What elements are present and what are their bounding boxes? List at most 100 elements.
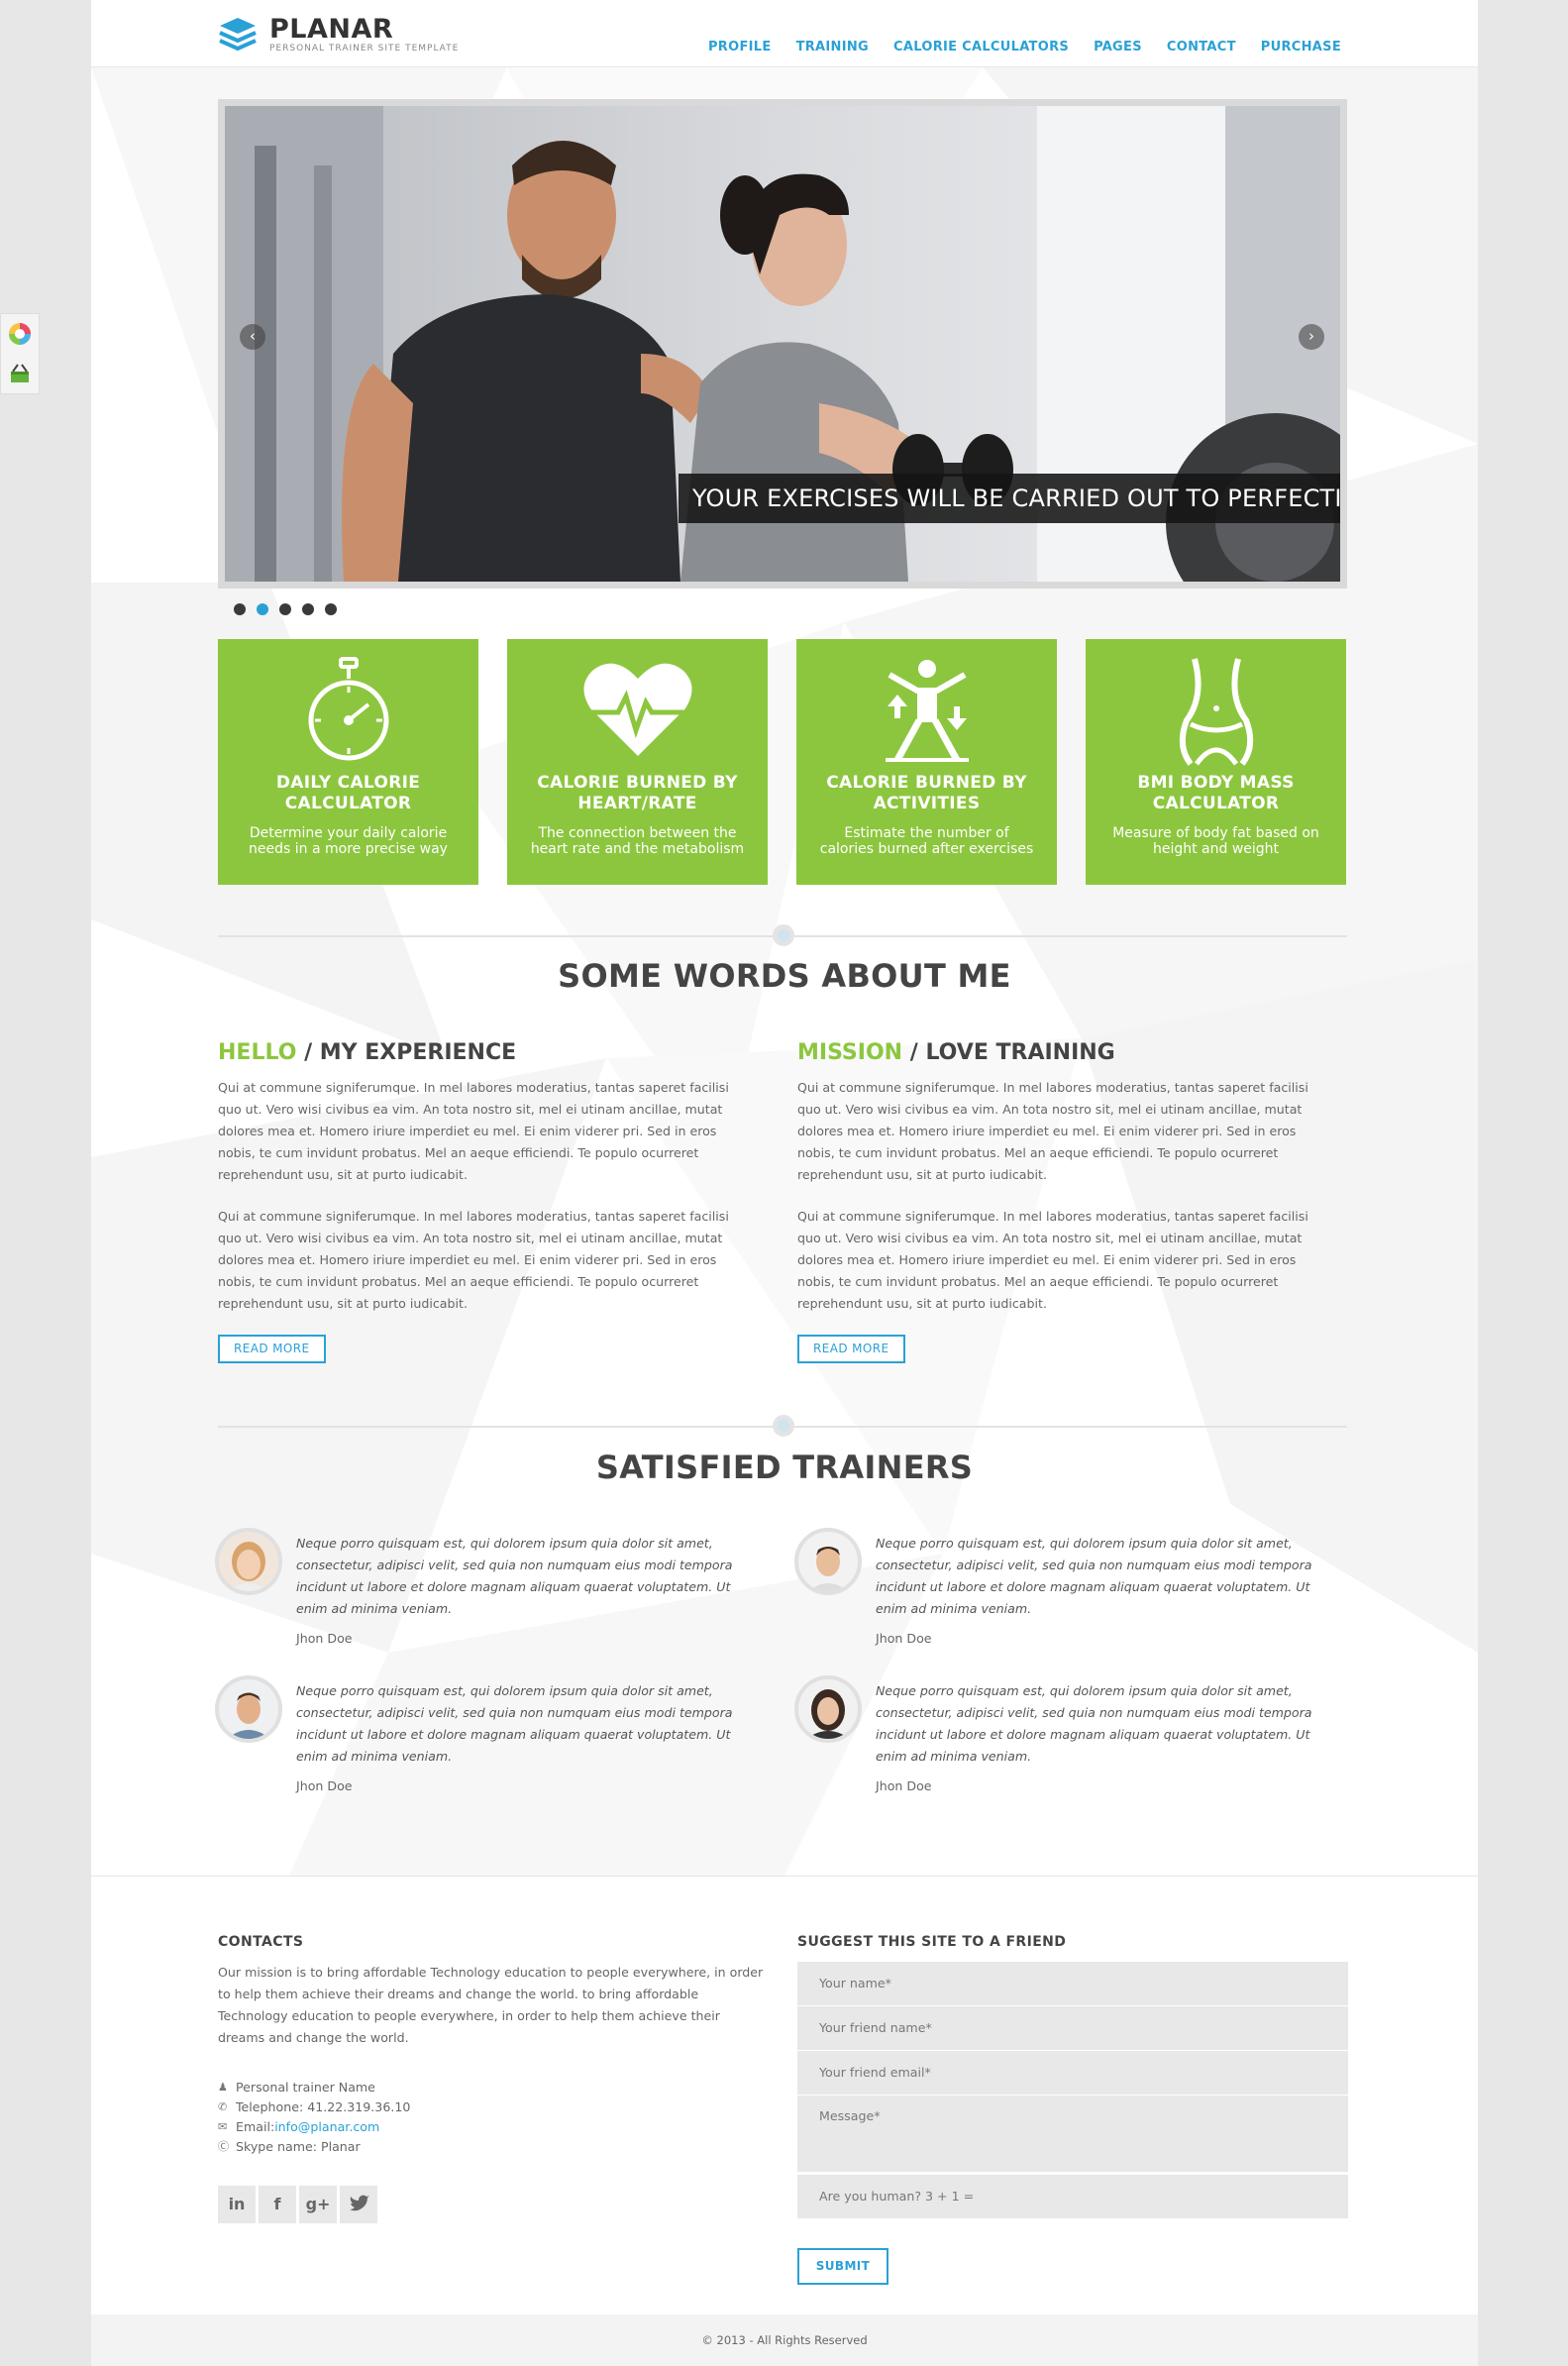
style-switcher-panel xyxy=(0,313,40,394)
feature-bmi[interactable]: BMI BODY MASS CALCULATOR Measure of body… xyxy=(1086,639,1346,885)
slider-dot-5[interactable] xyxy=(325,603,337,615)
submit-button[interactable]: SUBMIT xyxy=(797,2248,889,2285)
slider-dot-4[interactable] xyxy=(302,603,314,615)
testimonial-author: Jhon Doe xyxy=(296,1778,353,1793)
linkedin-icon[interactable]: in xyxy=(218,2186,256,2223)
testimonial: Neque porro quisquam est, qui dolorem ip… xyxy=(794,1528,1359,1657)
testimonial: Neque porro quisquam est, qui dolorem ip… xyxy=(215,1528,780,1657)
heading-rest: / MY EXPERIENCE xyxy=(296,1040,517,1065)
read-more-button[interactable]: READ MORE xyxy=(218,1335,326,1363)
footer-suggest-form: SUGGEST THIS SITE TO A FRIEND Your name*… xyxy=(797,1934,1348,2285)
feature-title: CALORIE BURNED BY ACTIVITIES xyxy=(826,773,1027,813)
feature-activities[interactable]: CALORIE BURNED BY ACTIVITIES Estimate th… xyxy=(796,639,1057,885)
about-experience: HELLO / MY EXPERIENCE Qui at commune sig… xyxy=(218,1040,753,1363)
slide: ‹ › YOUR EXERCISES WILL BE CARRIED OUT T… xyxy=(225,106,1340,582)
paragraph: Qui at commune signiferumque. In mel lab… xyxy=(797,1080,1308,1182)
testimonial: Neque porro quisquam est, qui dolorem ip… xyxy=(794,1675,1359,1804)
feature-desc: Estimate the number of calories burned a… xyxy=(819,825,1034,857)
testimonial-author: Jhon Doe xyxy=(296,1631,353,1646)
contact-email-row: ✉ Email: info@planar.com xyxy=(218,2116,769,2136)
section-divider xyxy=(218,1415,1347,1437)
divider-knob xyxy=(773,1415,794,1437)
nav-pages[interactable]: PAGES xyxy=(1094,40,1142,54)
body-waist-icon xyxy=(1179,658,1254,766)
your-name-input[interactable]: Your name* xyxy=(797,1962,1348,2005)
paragraph: Qui at commune signiferumque. In mel lab… xyxy=(218,1209,729,1311)
feature-title: BMI BODY MASS CALCULATOR xyxy=(1137,773,1295,813)
phone-icon: ✆ xyxy=(218,2099,228,2113)
color-wheel-icon[interactable] xyxy=(1,314,39,354)
logo-name: PLANAR xyxy=(269,14,394,45)
friend-email-input[interactable]: Your friend email* xyxy=(797,2051,1348,2095)
about-title: SOME WORDS ABOUT ME xyxy=(558,957,1011,995)
nav-calorie-calculators[interactable]: CALORIE CALCULATORS xyxy=(893,40,1069,54)
user-icon: ♟ xyxy=(218,2080,228,2094)
read-more-button[interactable]: READ MORE xyxy=(797,1335,905,1363)
main-nav: PROFILE TRAINING CALORIE CALCULATORS PAG… xyxy=(708,40,1341,54)
trainer-name: Personal trainer Name xyxy=(236,2079,375,2095)
paragraph: Qui at commune signiferumque. In mel lab… xyxy=(797,1209,1308,1311)
feature-boxes: DAILY CALORIE CALCULATOR Determine your … xyxy=(218,639,1347,885)
logo-tagline: PERSONAL TRAINER SITE TEMPLATE xyxy=(269,44,460,54)
slider-dot-2[interactable] xyxy=(257,603,268,615)
contact-phone-row: ✆ Telephone: 41.22.319.36.10 xyxy=(218,2097,769,2116)
mission-heading: MISSION / LOVE TRAINING xyxy=(797,1040,1332,1065)
layers-logo-icon xyxy=(219,18,257,52)
twitter-icon[interactable] xyxy=(340,2186,377,2223)
heartbeat-icon xyxy=(583,663,692,756)
hero-slider: ‹ › YOUR EXERCISES WILL BE CARRIED OUT T… xyxy=(218,99,1347,589)
testimonial-author: Jhon Doe xyxy=(876,1778,932,1793)
heading-accent: MISSION xyxy=(797,1040,903,1065)
nav-profile[interactable]: PROFILE xyxy=(708,40,772,54)
feature-desc: The connection between the heart rate an… xyxy=(530,825,745,857)
basket-icon[interactable] xyxy=(1,354,39,393)
form-heading: SUGGEST THIS SITE TO A FRIEND xyxy=(797,1934,1067,1950)
feature-desc: Measure of body fat based on height and … xyxy=(1112,825,1319,857)
divider-knob xyxy=(773,924,794,946)
feature-daily-calorie[interactable]: DAILY CALORIE CALCULATOR Determine your … xyxy=(218,639,478,885)
page: PLANAR PERSONAL TRAINER SITE TEMPLATE PR… xyxy=(91,0,1478,2366)
message-textarea[interactable]: Message* xyxy=(797,2096,1348,2172)
female-brunette-avatar xyxy=(794,1675,862,1743)
testimonial-quote: Neque porro quisquam est, qui dolorem ip… xyxy=(876,1683,1312,1764)
slider-prev-arrow[interactable]: ‹ xyxy=(240,324,265,350)
email-link[interactable]: info@planar.com xyxy=(274,2119,379,2134)
testimonial-quote: Neque porro quisquam est, qui dolorem ip… xyxy=(296,1683,733,1764)
feature-title: DAILY CALORIE CALCULATOR xyxy=(275,773,421,813)
male-smiling-avatar xyxy=(794,1528,862,1595)
footer-contacts: CONTACTS Our mission is to bring afforda… xyxy=(218,1934,769,2223)
feature-heart-rate[interactable]: CALORIE BURNED BY HEART/RATE The connect… xyxy=(507,639,768,885)
site-header: PLANAR PERSONAL TRAINER SITE TEMPLATE PR… xyxy=(91,0,1478,67)
female-blonde-avatar xyxy=(215,1528,282,1595)
nav-training[interactable]: TRAINING xyxy=(796,40,869,54)
slider-next-arrow[interactable]: › xyxy=(1299,324,1324,350)
experience-heading: HELLO / MY EXPERIENCE xyxy=(218,1040,753,1065)
social-links: in f g+ xyxy=(218,2186,769,2223)
feature-title: CALORIE BURNED BY HEART/RATE xyxy=(537,773,738,813)
friend-name-input[interactable]: Your friend name* xyxy=(797,2006,1348,2050)
contact-name-row: ♟ Personal trainer Name xyxy=(218,2077,769,2097)
google-plus-icon[interactable]: g+ xyxy=(299,2186,337,2223)
testimonial-quote: Neque porro quisquam est, qui dolorem ip… xyxy=(296,1536,733,1616)
nav-purchase[interactable]: PURCHASE xyxy=(1261,40,1341,54)
site-footer: CONTACTS Our mission is to bring afforda… xyxy=(91,1876,1478,2314)
about-mission: MISSION / LOVE TRAINING Qui at commune s… xyxy=(797,1040,1332,1363)
section-divider xyxy=(218,924,1347,946)
envelope-icon: ✉ xyxy=(218,2119,228,2133)
email-label: Email: xyxy=(236,2118,275,2134)
heading-rest: / LOVE TRAINING xyxy=(902,1040,1115,1065)
male-avatar xyxy=(215,1675,282,1743)
contact-skype-row: Ⓒ Skype name: Planar xyxy=(218,2136,769,2156)
slider-pagination xyxy=(234,603,337,615)
nav-contact[interactable]: CONTACT xyxy=(1167,40,1236,54)
slider-dot-3[interactable] xyxy=(279,603,291,615)
slide-caption: YOUR EXERCISES WILL BE CARRIED OUT TO PE… xyxy=(679,474,1340,523)
testimonial-quote: Neque porro quisquam est, qui dolorem ip… xyxy=(876,1536,1312,1616)
stopwatch-icon xyxy=(308,657,389,761)
mission-text: Our mission is to bring affordable Techn… xyxy=(218,1965,764,2045)
facebook-icon[interactable]: f xyxy=(259,2186,296,2223)
copyright: © 2013 - All Rights Reserved xyxy=(91,2314,1478,2366)
telephone: Telephone: 41.22.319.36.10 xyxy=(236,2098,411,2114)
slider-dot-1[interactable] xyxy=(234,603,246,615)
captcha-input[interactable]: Are you human? 3 + 1 = xyxy=(797,2175,1348,2218)
